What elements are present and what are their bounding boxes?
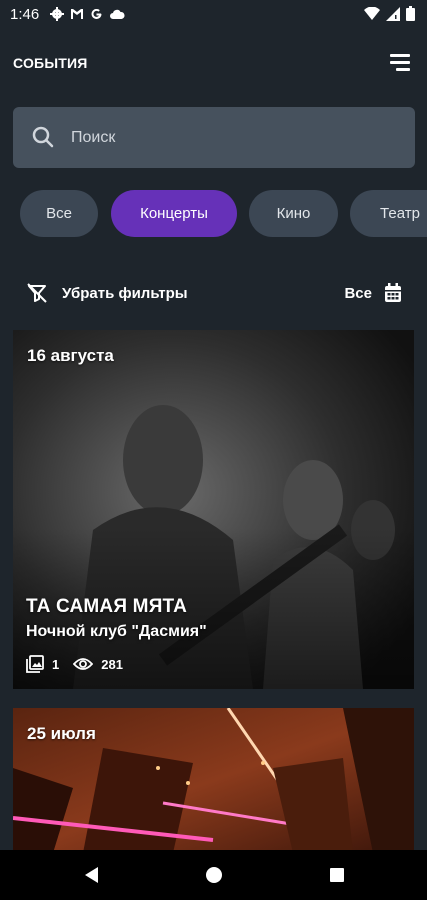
filter-off-icon [27, 283, 47, 303]
app-header: СОБЫТИЯ [0, 48, 427, 78]
event-date: 25 июля [27, 724, 96, 743]
cloud-icon [110, 9, 125, 19]
event-venue: Ночной клуб "Дасмия" [26, 623, 207, 640]
gear-icon [50, 7, 64, 21]
date-filter-label: Все [344, 284, 372, 302]
category-chips: Все Концерты Кино Театр [20, 190, 427, 238]
search-box[interactable] [13, 107, 415, 168]
photo-library-icon [26, 655, 44, 673]
event-stats: 1 281 [26, 654, 137, 674]
chip-theatre[interactable]: Театр [350, 190, 427, 237]
status-time: 1:46 [10, 6, 40, 23]
filter-row: Убрать фильтры Все [0, 278, 427, 308]
photo-count: 1 [26, 655, 59, 673]
menu-icon [390, 54, 410, 71]
wifi-icon [364, 6, 380, 20]
event-date: 16 августа [27, 346, 114, 365]
battery-icon [406, 6, 415, 21]
system-nav-bar [0, 850, 427, 900]
event-card[interactable]: 25 июля [13, 708, 414, 853]
google-icon [91, 8, 102, 19]
chip-concerts[interactable]: Концерты [111, 190, 237, 237]
event-title: ТА САМАЯ МЯТА [26, 596, 188, 617]
photo-count-value: 1 [52, 656, 60, 672]
date-filter-button[interactable]: Все [344, 278, 402, 308]
clear-filters-button[interactable]: Убрать фильтры [26, 278, 188, 308]
search-icon [32, 126, 54, 148]
home-icon[interactable] [205, 865, 223, 885]
gmail-icon [71, 9, 83, 19]
search-input[interactable] [71, 107, 401, 168]
signal-icon [386, 6, 400, 21]
event-card[interactable]: 16 августа ТА САМАЯ МЯТА Ночной клуб "Да… [13, 330, 414, 689]
chip-all[interactable]: Все [20, 190, 98, 237]
calendar-icon [385, 283, 401, 302]
eye-icon [73, 658, 94, 670]
view-count: 281 [73, 657, 123, 672]
back-icon[interactable] [82, 865, 100, 885]
recents-icon[interactable] [328, 865, 346, 885]
view-count-value: 281 [101, 656, 123, 672]
clear-filters-label: Убрать фильтры [62, 284, 188, 302]
status-bar: 1:46 [0, 0, 427, 30]
menu-button[interactable] [387, 50, 413, 74]
chip-cinema[interactable]: Кино [249, 190, 338, 237]
page-title: СОБЫТИЯ [13, 55, 88, 71]
